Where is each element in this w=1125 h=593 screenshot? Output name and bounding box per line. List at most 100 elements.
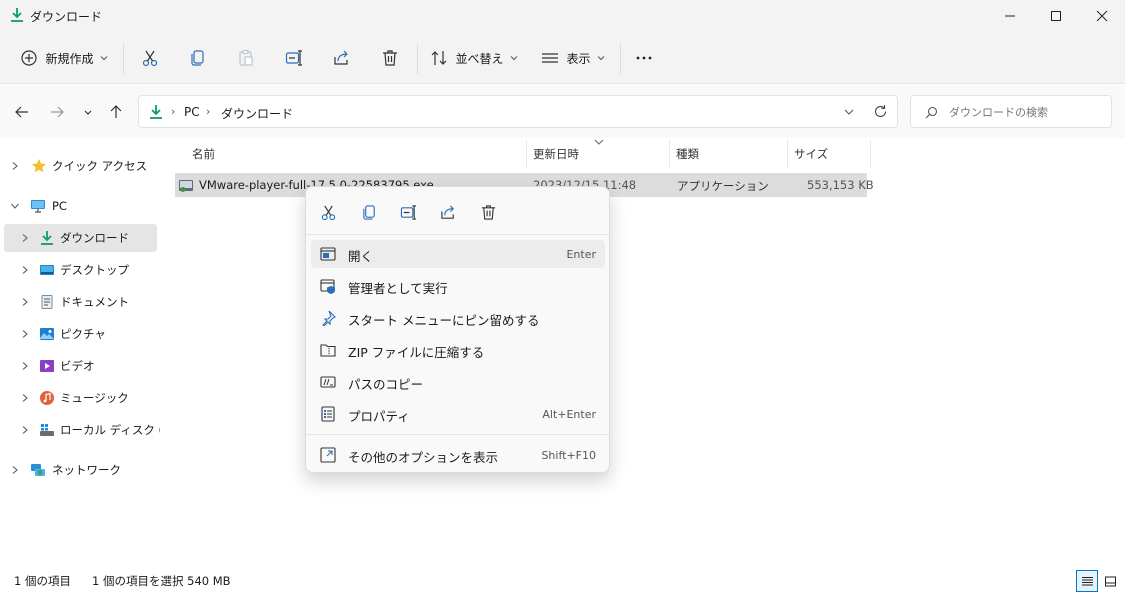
tiles-view-button[interactable]: [1099, 570, 1121, 592]
column-header-type[interactable]: 種類: [670, 140, 788, 168]
video-icon: [40, 360, 54, 372]
breadcrumb-pc[interactable]: PC: [184, 105, 200, 119]
close-button[interactable]: [1079, 0, 1125, 32]
sort-button[interactable]: 並べ替え: [428, 42, 520, 74]
network-icon: [31, 464, 45, 476]
recent-locations-button[interactable]: [76, 100, 100, 124]
zip-icon: [320, 344, 336, 357]
back-button[interactable]: [10, 100, 34, 124]
chevron-right-icon[interactable]: [20, 329, 30, 339]
menu-cut-button[interactable]: [314, 199, 342, 225]
view-button[interactable]: 表示: [535, 42, 611, 74]
menu-item-shortcut: Alt+Enter: [542, 408, 596, 421]
copy-icon: [191, 50, 204, 66]
status-bar: 1 個の項目 1 個の項目を選択 540 MB: [0, 569, 1125, 593]
menu-item-copy-path[interactable]: パスのコピー: [311, 368, 605, 396]
column-header-name[interactable]: 名前: [186, 140, 527, 168]
menu-item-properties[interactable]: プロパティ Alt+Enter: [311, 400, 605, 428]
up-button[interactable]: [104, 100, 128, 124]
download-icon: [150, 105, 162, 119]
sort-icon: [432, 51, 447, 65]
minimize-button[interactable]: [987, 0, 1033, 32]
chevron-right-icon[interactable]: [20, 265, 30, 275]
menu-divider: [306, 234, 609, 235]
share-button[interactable]: [327, 42, 357, 74]
menu-item-pin-start[interactable]: スタート メニューにピン留めする: [311, 304, 605, 332]
copy-icon: [362, 204, 375, 220]
menu-item-more-options[interactable]: その他のオプションを表示 Shift+F10: [311, 441, 605, 469]
admin-shield-icon: [320, 279, 335, 294]
rename-button[interactable]: [279, 42, 309, 74]
menu-item-run-as-admin[interactable]: 管理者として実行: [311, 272, 605, 300]
menu-delete-button[interactable]: [474, 199, 502, 225]
chevron-down-icon: [510, 56, 517, 61]
paste-button[interactable]: [231, 42, 261, 74]
desktop-icon: [40, 265, 54, 275]
menu-item-label: ZIP ファイルに圧縮する: [348, 345, 485, 360]
search-box[interactable]: [910, 95, 1112, 128]
chevron-right-icon[interactable]: [20, 393, 30, 403]
sidebar-item-pc[interactable]: PC: [4, 192, 157, 220]
chevron-down-icon: [100, 56, 107, 61]
chevron-right-icon[interactable]: [20, 233, 30, 243]
sidebar-item-documents[interactable]: ドキュメント: [4, 288, 157, 316]
forward-button[interactable]: [45, 100, 69, 124]
cut-button[interactable]: [135, 42, 165, 74]
toolbar-separator: [620, 44, 621, 74]
chevron-right-icon[interactable]: [10, 465, 20, 475]
file-type: アプリケーション: [677, 179, 769, 193]
refresh-icon[interactable]: [873, 104, 888, 119]
address-row: › PC › ダウンロード: [0, 85, 1125, 138]
sidebar-item-label: デスクトップ: [60, 263, 129, 277]
search-icon: [925, 106, 938, 119]
new-button[interactable]: 新規作成: [14, 42, 114, 74]
close-icon: [1096, 10, 1108, 22]
disk-icon: [40, 424, 54, 436]
maximize-button[interactable]: [1033, 0, 1079, 32]
breadcrumb-downloads[interactable]: ダウンロード: [221, 105, 293, 122]
menu-item-label: その他のオプションを表示: [348, 450, 499, 465]
chevron-right-icon[interactable]: [20, 297, 30, 307]
sidebar-item-videos[interactable]: ビデオ: [4, 352, 157, 380]
scissors-icon: [142, 50, 158, 67]
menu-item-compress-zip[interactable]: ZIP ファイルに圧縮する: [311, 336, 605, 364]
menu-item-label: パスのコピー: [348, 377, 424, 392]
sidebar-item-pictures[interactable]: ピクチャ: [4, 320, 157, 348]
menu-copy-button[interactable]: [355, 199, 383, 225]
share-icon: [334, 50, 348, 65]
chevron-right-icon[interactable]: [20, 361, 30, 371]
sidebar-item-desktop[interactable]: デスクトップ: [4, 256, 157, 284]
rename-icon: [400, 204, 416, 220]
sidebar-item-downloads[interactable]: ダウンロード: [4, 224, 157, 252]
chevron-right-icon[interactable]: [10, 161, 20, 171]
window-title: ダウンロード: [30, 10, 103, 24]
sidebar-item-local-disk[interactable]: ローカル ディスク (C:): [4, 416, 179, 444]
sidebar-item-music[interactable]: ミュージック: [4, 384, 157, 412]
paste-icon: [239, 49, 253, 66]
chevron-down-icon: [597, 56, 604, 61]
download-icon: [11, 8, 23, 22]
menu-rename-button[interactable]: [394, 199, 422, 225]
more-button[interactable]: [629, 42, 659, 74]
arrow-up-icon: [110, 105, 122, 118]
search-input[interactable]: [949, 103, 1104, 121]
navigation-pane: クイック アクセス PC ダウンロード デスクトップ ドキュメント ピクチャ ビ…: [0, 138, 179, 569]
sort-label: 並べ替え: [455, 51, 504, 66]
details-view-button[interactable]: [1076, 570, 1098, 592]
plus-circle-icon: [21, 50, 38, 66]
menu-share-button[interactable]: [434, 199, 462, 225]
sidebar-item-quick-access[interactable]: クイック アクセス: [4, 152, 157, 180]
menu-item-label: スタート メニューにピン留めする: [348, 313, 540, 328]
chevron-down-icon[interactable]: [843, 106, 855, 118]
sidebar-item-network[interactable]: ネットワーク: [4, 456, 157, 484]
chevron-down-icon[interactable]: [10, 201, 20, 211]
column-header-size[interactable]: サイズ: [788, 140, 871, 168]
delete-button[interactable]: [375, 42, 405, 74]
breadcrumb-separator-icon: ›: [171, 105, 176, 118]
menu-item-open[interactable]: 開く Enter: [311, 240, 605, 268]
address-bar[interactable]: › PC › ダウンロード: [138, 95, 898, 128]
chevron-right-icon[interactable]: [20, 425, 30, 435]
copy-button[interactable]: [183, 42, 213, 74]
sidebar-item-label: ドキュメント: [60, 295, 129, 309]
chevron-down-icon: [84, 110, 92, 115]
